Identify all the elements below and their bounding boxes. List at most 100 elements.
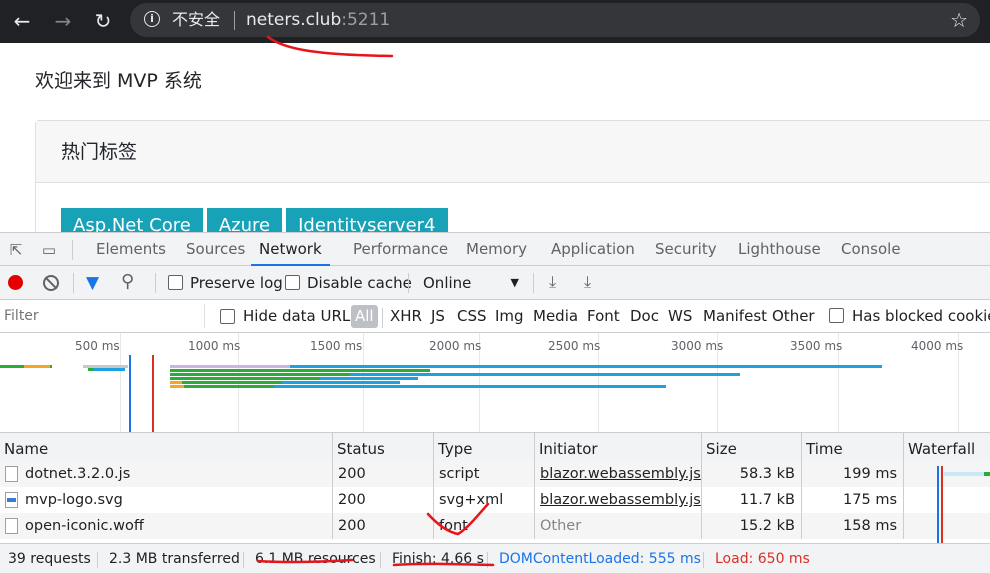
forward-arrow-icon[interactable]: → <box>48 6 78 36</box>
export-har-icon[interactable]: ⤓ <box>584 272 591 292</box>
network-overview[interactable]: 500 ms 1000 ms 1500 ms 2000 ms 2500 ms 3… <box>0 333 990 433</box>
overview-request-bar <box>170 377 320 380</box>
welcome-heading: 欢迎来到 MVP 系统 <box>35 70 202 92</box>
type-filter-other[interactable]: Other <box>772 305 815 328</box>
cell-size: 58.3 kB <box>702 461 802 487</box>
tab-lighthouse[interactable]: Lighthouse <box>738 233 821 266</box>
devtools-panel: ⇱ ▭ Elements Sources Network Performance… <box>0 232 990 573</box>
browser-toolbar: ← → ↻ i 不安全 neters.club:5211 ☆ <box>0 0 990 43</box>
tags-card: 热门标签 Asp.Net Core Azure Identityserver4 <box>35 120 990 232</box>
overview-request-bar <box>88 368 94 371</box>
waterfall-load-line <box>941 466 943 543</box>
tag-list: Asp.Net Core Azure Identityserver4 <box>61 208 452 232</box>
device-toolbar-icon[interactable]: ▭ <box>39 240 59 260</box>
table-row[interactable]: open-iconic.woff 200 font Other 15.2 kB … <box>0 513 990 539</box>
back-arrow-icon[interactable]: ← <box>7 6 37 36</box>
type-filter-img[interactable]: Img <box>495 305 524 328</box>
type-filter-manifest[interactable]: Manifest <box>703 305 767 328</box>
address-bar[interactable]: i 不安全 neters.club:5211 ☆ <box>130 3 980 37</box>
toolbar-divider <box>73 273 74 293</box>
type-filter-css[interactable]: CSS <box>457 305 487 328</box>
overview-tick-label: 3000 ms <box>671 339 724 353</box>
summary-divider <box>97 552 98 568</box>
type-filter-doc[interactable]: Doc <box>630 305 659 328</box>
import-har-icon[interactable]: ⤓ <box>549 272 556 292</box>
tab-sources[interactable]: Sources <box>186 233 245 266</box>
card-header: 热门标签 <box>36 121 990 183</box>
type-filter-font[interactable]: Font <box>587 305 620 328</box>
overview-request-bar <box>170 385 184 388</box>
cell-initiator: Other <box>535 513 702 539</box>
table-row[interactable]: mvp-logo.svg 200 svg+xml blazor.webassem… <box>0 487 990 513</box>
filter-icon[interactable]: ▼ <box>86 273 99 293</box>
type-filter-media[interactable]: Media <box>533 305 578 328</box>
overview-gridline <box>120 333 121 432</box>
tab-security[interactable]: Security <box>655 233 717 266</box>
devtools-tabbar: ⇱ ▭ Elements Sources Network Performance… <box>0 233 990 266</box>
page-content: 欢迎来到 MVP 系统 热门标签 Asp.Net Core Azure Identi… <box>0 43 990 232</box>
tab-console[interactable]: Console <box>841 233 901 266</box>
cell-status: 200 <box>333 513 434 539</box>
cell-type: script <box>434 461 535 487</box>
summary-divider <box>380 552 381 568</box>
throttle-select[interactable]: Online ▼ <box>415 272 525 294</box>
cell-name: mvp-logo.svg <box>25 487 333 513</box>
font-file-icon <box>5 518 18 534</box>
hide-data-urls-label: Hide data URLs <box>243 307 359 325</box>
tab-performance[interactable]: Performance <box>353 233 448 266</box>
cell-initiator-link[interactable]: blazor.webassembly.js <box>535 461 702 487</box>
reload-icon[interactable]: ↻ <box>88 6 118 36</box>
overview-request-bar <box>182 381 282 384</box>
domcontentloaded-marker <box>129 355 131 432</box>
hide-data-urls-checkbox[interactable] <box>220 309 235 324</box>
overview-request-bar <box>50 365 52 368</box>
disable-cache-label: Disable cache <box>307 274 412 292</box>
info-icon[interactable]: i <box>144 11 160 27</box>
type-filter-all[interactable]: All <box>351 305 378 328</box>
tab-memory[interactable]: Memory <box>466 233 527 266</box>
clear-icon[interactable] <box>43 275 59 291</box>
cell-initiator-link[interactable]: blazor.webassembly.js <box>535 487 702 513</box>
overview-request-bar <box>170 369 430 372</box>
summary-resources: 6.1 MB resources <box>255 551 376 567</box>
omnibox-separator <box>234 11 235 30</box>
preserve-log-label: Preserve log <box>190 274 283 292</box>
has-blocked-cookies-checkbox[interactable] <box>829 308 844 323</box>
cell-name: open-iconic.woff <box>25 513 333 539</box>
url-port: :5211 <box>341 10 391 30</box>
summary-requests: 39 requests <box>8 551 91 567</box>
inspect-element-icon[interactable]: ⇱ <box>6 240 26 260</box>
svg-file-icon <box>5 492 18 508</box>
disable-cache-checkbox[interactable] <box>285 275 300 290</box>
preserve-log-checkbox[interactable] <box>168 275 183 290</box>
type-filter-xhr[interactable]: XHR <box>390 305 422 328</box>
bookmark-star-icon[interactable]: ☆ <box>950 8 968 32</box>
load-marker <box>152 355 154 432</box>
tab-network[interactable]: Network <box>251 233 330 266</box>
tag-button[interactable]: Azure <box>206 208 283 232</box>
search-icon[interactable]: ⚲ <box>121 272 134 292</box>
type-filter-ws[interactable]: WS <box>668 305 692 328</box>
tab-elements[interactable]: Elements <box>96 233 166 266</box>
throttle-value: Online <box>423 274 472 292</box>
type-filter-js[interactable]: JS <box>431 305 445 328</box>
summary-divider <box>703 552 704 568</box>
tag-button[interactable]: Asp.Net Core <box>61 208 203 232</box>
waterfall-bar <box>984 472 990 476</box>
filter-bar: Hide data URLs All XHR JS CSS Img Media … <box>0 300 990 333</box>
table-row[interactable]: dotnet.3.2.0.js 200 script blazor.webass… <box>0 461 990 487</box>
filter-input[interactable] <box>0 304 205 328</box>
tag-button[interactable]: Identityserver4 <box>286 208 448 232</box>
summary-divider <box>243 552 244 568</box>
tab-application[interactable]: Application <box>551 233 635 266</box>
url-text[interactable]: neters.club:5211 <box>246 9 390 31</box>
cell-status: 200 <box>333 461 434 487</box>
overview-tick-label: 3500 ms <box>790 339 843 353</box>
toolbar-divider <box>155 273 156 293</box>
cell-type: font <box>434 513 535 539</box>
record-icon[interactable] <box>8 275 23 290</box>
waterfall-domcontentloaded-line <box>937 466 939 543</box>
card-title: 热门标签 <box>61 141 138 163</box>
cell-time: 199 ms <box>802 461 904 487</box>
network-summary-bar: 39 requests 2.3 MB transferred 6.1 MB re… <box>0 543 990 573</box>
